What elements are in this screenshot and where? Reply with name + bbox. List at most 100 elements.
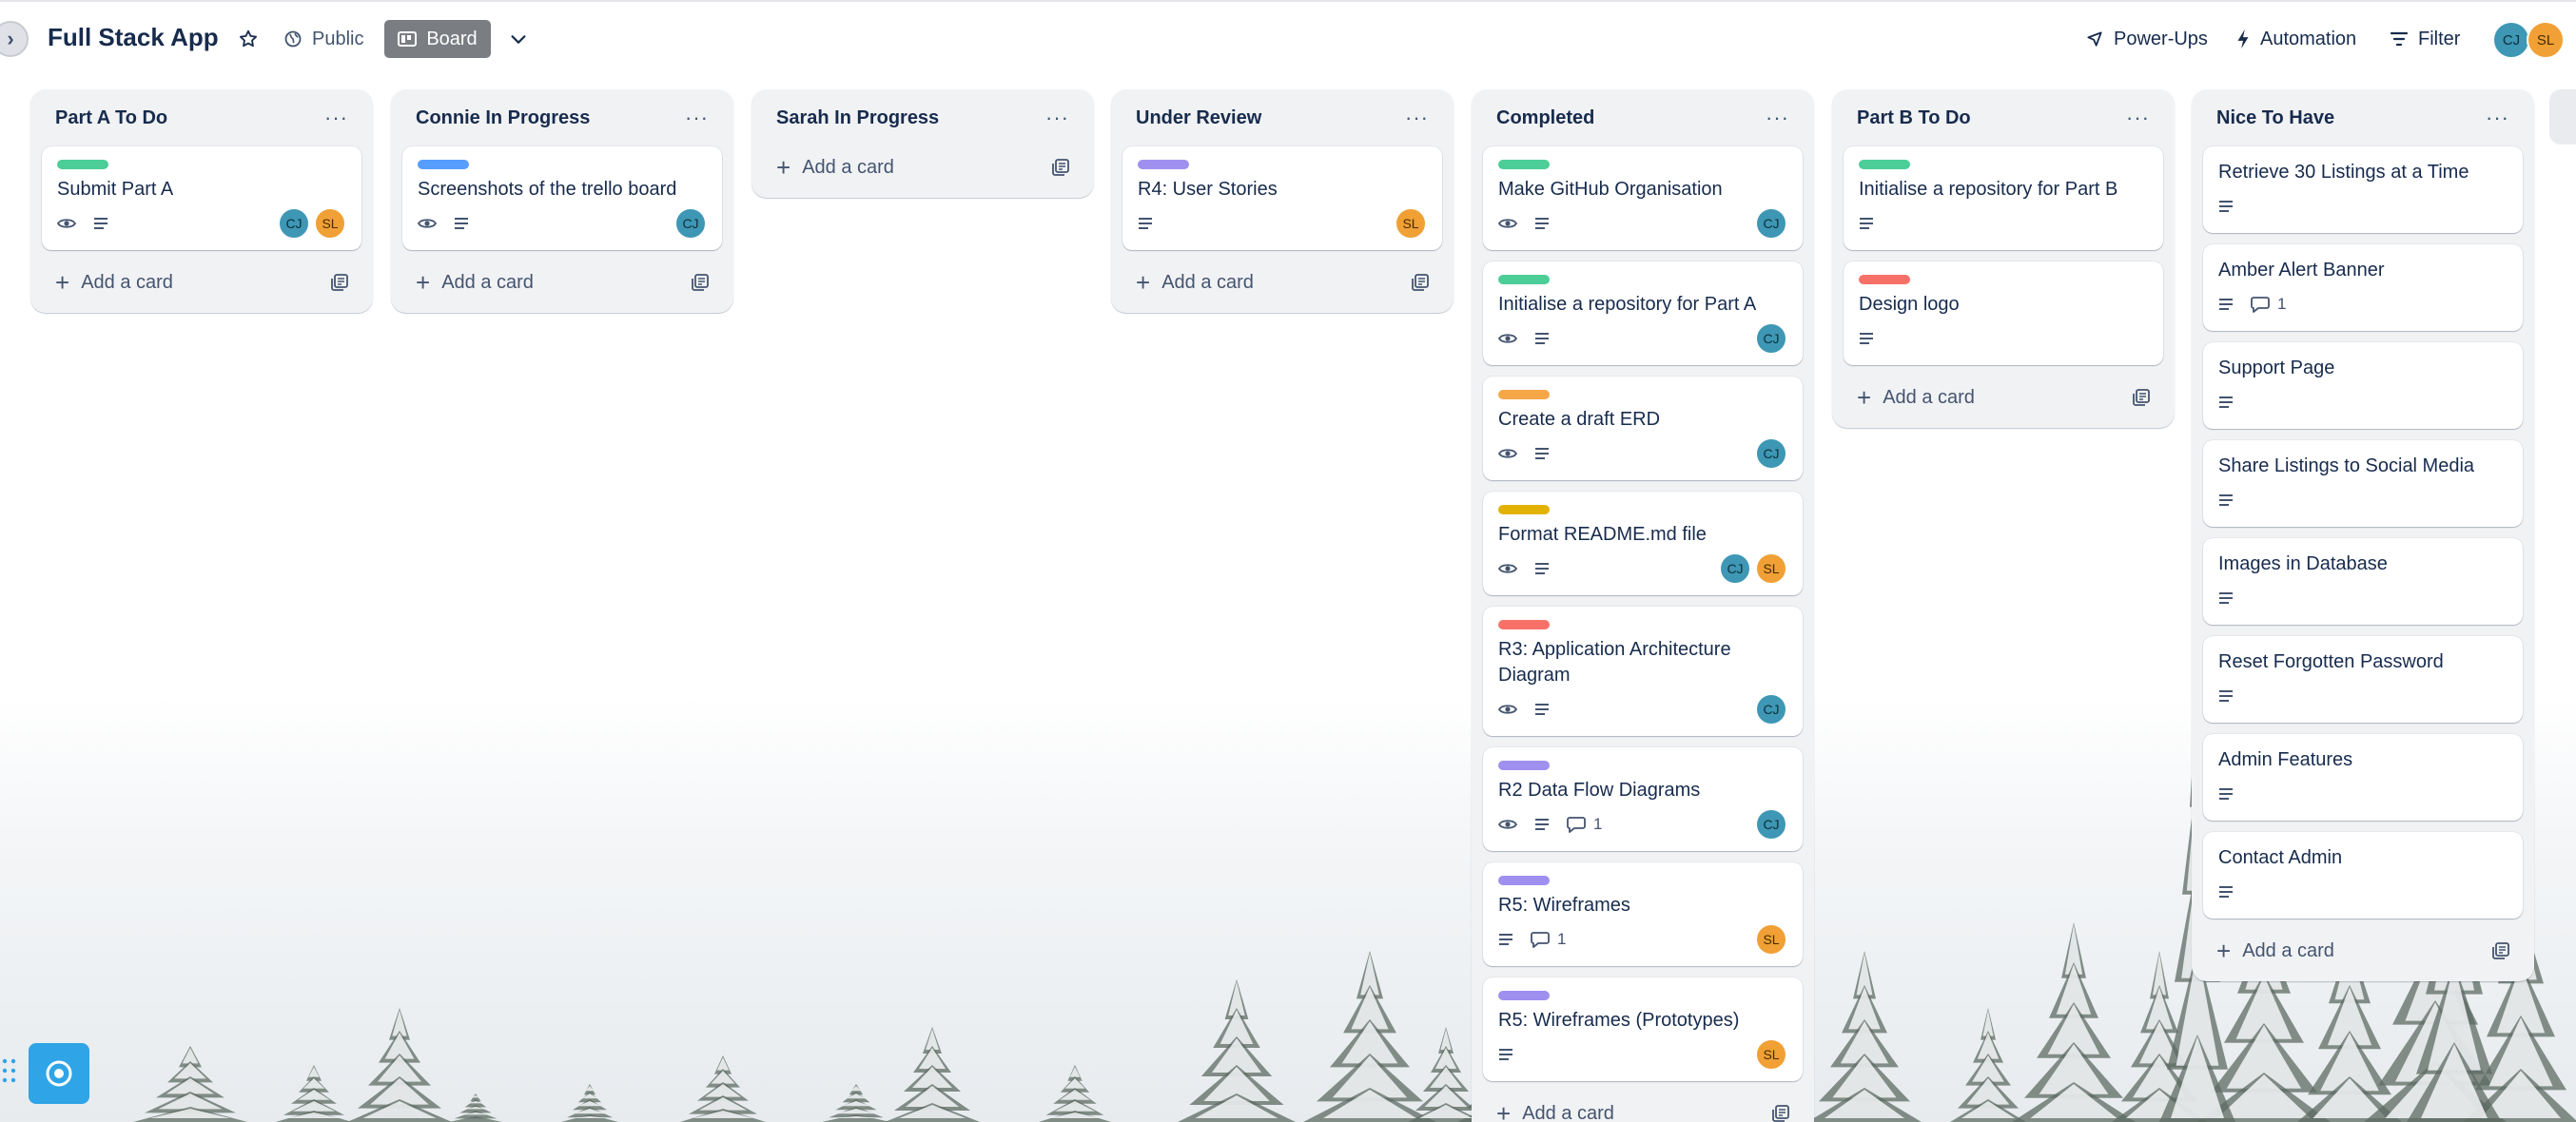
card[interactable]: Images in Database [2203, 538, 2523, 625]
record-button[interactable] [29, 1043, 89, 1104]
list-title[interactable]: Part A To Do [55, 107, 167, 129]
drag-handle-icon[interactable] [2, 1057, 17, 1084]
card-label[interactable] [1498, 505, 1550, 514]
automation-button[interactable]: Automation [2226, 20, 2366, 58]
avatar[interactable]: SL [1755, 923, 1787, 956]
card-label[interactable] [1498, 991, 1550, 1000]
avatar[interactable]: SL [314, 207, 346, 240]
card-badges [2218, 787, 2234, 801]
avatar[interactable]: SL [2527, 21, 2565, 59]
card-label[interactable] [1859, 160, 1910, 169]
avatar[interactable]: CJ [1755, 322, 1787, 355]
card-label[interactable] [1498, 620, 1550, 629]
card[interactable]: Make GitHub Organisation CJ [1483, 146, 1803, 250]
power-ups-button[interactable]: Power-Ups [2076, 20, 2217, 58]
list-menu-icon[interactable]: ··· [685, 106, 709, 130]
card-template-icon[interactable] [692, 274, 709, 291]
card-label[interactable] [1498, 160, 1550, 169]
card-template-icon[interactable] [1052, 159, 1069, 176]
card-template-icon[interactable] [331, 274, 348, 291]
card[interactable]: Initialise a repository for Part A CJ [1483, 261, 1803, 365]
card[interactable]: R5: Wireframes 1 SL [1483, 862, 1803, 966]
card[interactable]: Design logo [1844, 261, 2163, 365]
add-card-button[interactable]: + Add a card [763, 146, 1083, 188]
list-menu-icon[interactable]: ··· [1405, 106, 1429, 130]
add-card-button[interactable]: + Add a card [2203, 930, 2523, 972]
card-label[interactable] [1138, 160, 1189, 169]
list-menu-icon[interactable]: ··· [2126, 106, 2150, 130]
card[interactable]: Initialise a repository for Part B [1844, 146, 2163, 250]
card-template-icon[interactable] [1772, 1105, 1789, 1122]
add-card-button[interactable]: + Add a card [1122, 261, 1442, 303]
card-label[interactable] [1498, 876, 1550, 885]
card[interactable]: Screenshots of the trello board CJ [402, 146, 722, 250]
list-title[interactable]: Sarah In Progress [776, 107, 939, 129]
card-label[interactable] [1498, 390, 1550, 399]
card-footer [2218, 875, 2508, 909]
avatar[interactable]: CJ [278, 207, 310, 240]
add-card-button[interactable]: + Add a card [42, 261, 361, 303]
card[interactable]: R3: Application Architecture Diagram CJ [1483, 607, 1803, 736]
board-title[interactable]: Full Stack App [48, 23, 219, 52]
add-card-left: + Add a card [416, 270, 534, 295]
avatar[interactable]: SL [1755, 552, 1787, 585]
list-title[interactable]: Completed [1496, 107, 1594, 129]
list-title[interactable]: Connie In Progress [416, 107, 590, 129]
card-template-icon[interactable] [1412, 274, 1429, 291]
add-card-button[interactable]: + Add a card [402, 261, 722, 303]
avatar[interactable]: CJ [674, 207, 707, 240]
sidebar-toggle-button[interactable]: › [0, 21, 29, 57]
list-title[interactable]: Nice To Have [2216, 107, 2334, 129]
card[interactable]: R2 Data Flow Diagrams 1 CJ [1483, 747, 1803, 851]
card[interactable]: Submit Part A CJ SL [42, 146, 361, 250]
add-list-button[interactable] [2549, 89, 2576, 145]
board-members[interactable]: CJ SL [2492, 21, 2565, 59]
list-menu-icon[interactable]: ··· [2486, 106, 2509, 130]
filter-button[interactable]: Filter [2380, 20, 2469, 58]
card-footer: 1 CJ [1498, 807, 1787, 842]
card-label[interactable] [1498, 275, 1550, 284]
avatar[interactable]: SL [1395, 207, 1427, 240]
card-label[interactable] [1859, 275, 1910, 284]
add-card-button[interactable]: + Add a card [1844, 377, 2163, 418]
list-header: Part B To Do ··· [1844, 89, 2163, 146]
list-column: Part B To Do ··· Initialise a repository f… [1832, 89, 2175, 428]
card[interactable]: R4: User Stories SL [1122, 146, 1442, 250]
card-badges [1498, 447, 1550, 460]
views-dropdown-button[interactable] [498, 20, 538, 58]
card[interactable]: Format README.md file CJ SL [1483, 492, 1803, 595]
visibility-button[interactable]: Public [274, 20, 373, 58]
list-menu-icon[interactable]: ··· [1045, 106, 1069, 130]
card[interactable]: Support Page [2203, 342, 2523, 429]
card[interactable]: Amber Alert Banner 1 [2203, 244, 2523, 331]
card[interactable]: Reset Forgotten Password [2203, 636, 2523, 723]
list-title[interactable]: Under Review [1136, 107, 1261, 129]
avatar[interactable]: CJ [1755, 693, 1787, 725]
card[interactable]: R5: Wireframes (Prototypes) SL [1483, 977, 1803, 1081]
card-template-icon[interactable] [2133, 389, 2150, 406]
card[interactable]: Create a draft ERD CJ [1483, 377, 1803, 480]
card[interactable]: Share Listings to Social Media [2203, 440, 2523, 527]
avatar[interactable]: CJ [2492, 21, 2530, 59]
avatar[interactable]: SL [1755, 1038, 1787, 1071]
description-badge [2218, 885, 2234, 899]
card[interactable]: Contact Admin [2203, 832, 2523, 919]
card-template-icon[interactable] [2492, 942, 2509, 959]
list-menu-icon[interactable]: ··· [324, 106, 348, 130]
card-label[interactable] [57, 160, 108, 169]
avatar[interactable]: CJ [1719, 552, 1751, 585]
star-board-button[interactable] [228, 20, 268, 58]
card-footer: CJ [1498, 321, 1787, 356]
card-label[interactable] [418, 160, 469, 169]
list-title[interactable]: Part B To Do [1857, 107, 1971, 129]
card[interactable]: Retrieve 30 Listings at a Time [2203, 146, 2523, 233]
card-label[interactable] [1498, 761, 1550, 770]
add-card-button[interactable]: + Add a card [1483, 1093, 1803, 1122]
list-menu-icon[interactable]: ··· [1766, 106, 1789, 130]
star-icon [240, 29, 257, 48]
avatar[interactable]: CJ [1755, 808, 1787, 841]
board-view-button[interactable]: Board [384, 20, 491, 58]
avatar[interactable]: CJ [1755, 207, 1787, 240]
card[interactable]: Admin Features [2203, 734, 2523, 821]
avatar[interactable]: CJ [1755, 437, 1787, 470]
